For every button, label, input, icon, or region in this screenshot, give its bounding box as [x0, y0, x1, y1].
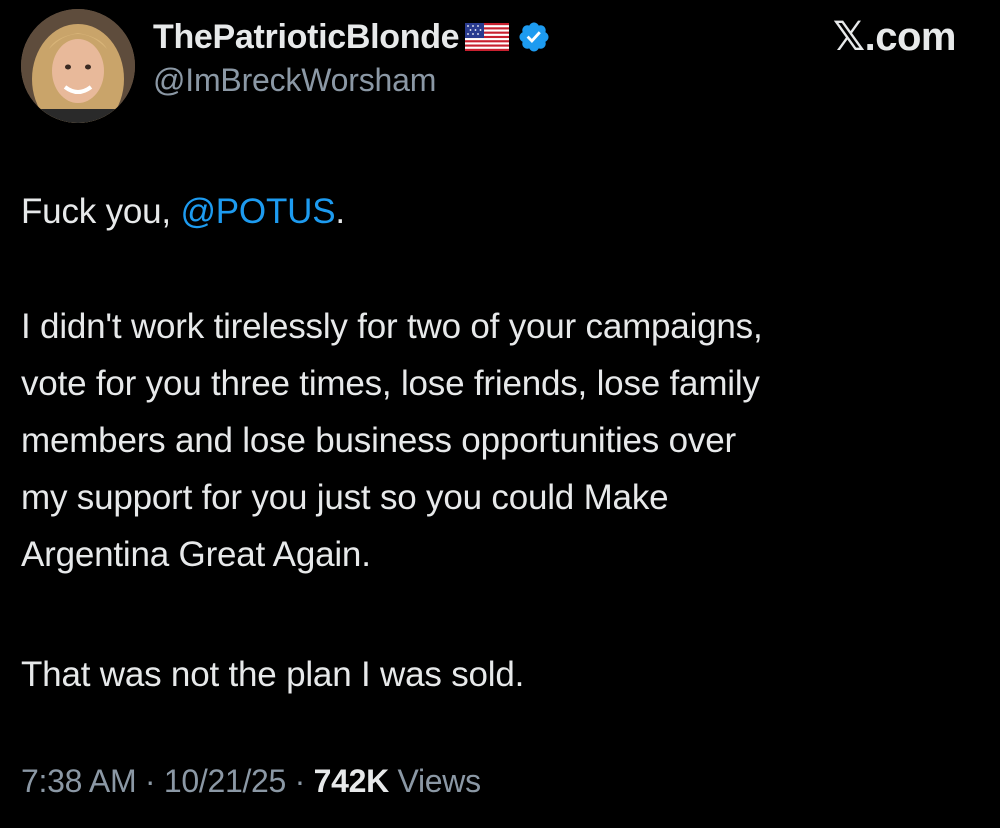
tweet-time[interactable]: 7:38 AM [21, 763, 137, 799]
meta-separator: · [136, 763, 164, 799]
display-name-row: ThePatrioticBlonde [153, 12, 551, 62]
paragraph-line: I didn't work tirelessly for two of your… [21, 307, 763, 346]
paragraph-line: my support for you just so you could Mak… [21, 478, 669, 517]
closing-line: That was not the plan I was sold. [21, 655, 525, 694]
tweet-meta: 7:38 AM · 10/21/25 · 742K Views [21, 763, 481, 800]
tweet-card: ThePatrioticBlonde @ImBreckWorsham 𝕏.com… [0, 0, 1000, 828]
verified-badge-icon[interactable] [517, 20, 551, 54]
paragraph-line: members and lose business opportunities … [21, 421, 736, 460]
views-label: Views [388, 763, 481, 799]
us-flag-icon [465, 23, 510, 51]
tweet-text-closing: That was not the plan I was sold. [21, 646, 981, 703]
tweet-date[interactable]: 10/21/25 [164, 763, 286, 799]
greeting-suffix: . [335, 192, 345, 231]
tweet-text-paragraph: I didn't work tirelessly for two of your… [21, 298, 981, 583]
x-logo: 𝕏.com [832, 15, 957, 59]
paragraph-line: vote for you three times, lose friends, … [21, 364, 760, 403]
tweet-text-greeting: Fuck you, @POTUS. [21, 183, 981, 240]
views-count[interactable]: 742K [314, 763, 390, 799]
mention-link[interactable]: @POTUS [180, 192, 335, 231]
display-name[interactable]: ThePatrioticBlonde [153, 18, 460, 57]
paragraph-line: Argentina Great Again. [21, 535, 371, 574]
greeting-prefix: Fuck you, [21, 192, 181, 231]
user-handle[interactable]: @ImBreckWorsham [153, 62, 436, 99]
meta-separator: · [286, 763, 314, 799]
avatar[interactable] [21, 9, 135, 123]
